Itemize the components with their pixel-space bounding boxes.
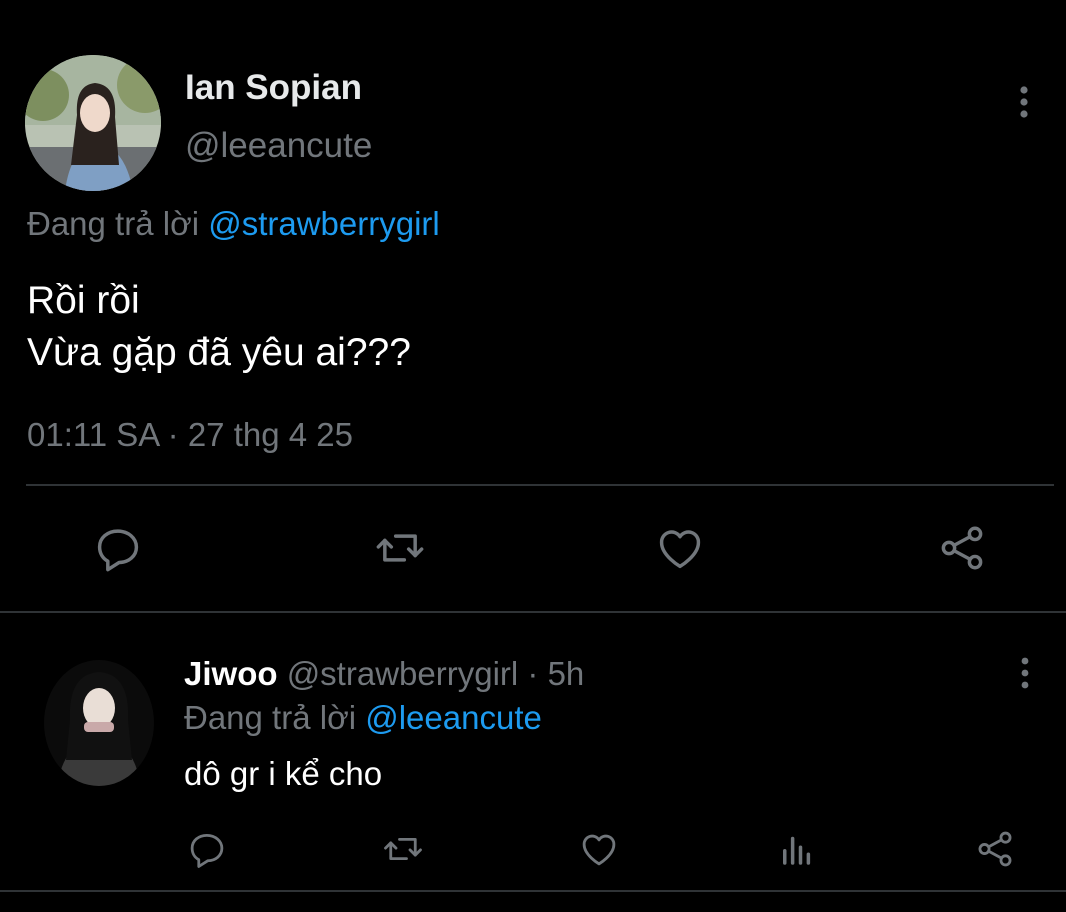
more-vertical-icon[interactable] bbox=[1012, 84, 1036, 120]
divider bbox=[26, 484, 1054, 486]
author-avatar[interactable] bbox=[25, 55, 161, 191]
replying-to-line: Đang trả lời @leeancute bbox=[184, 699, 542, 737]
share-icon[interactable] bbox=[974, 828, 1016, 870]
reply-icon[interactable] bbox=[186, 828, 228, 870]
divider bbox=[0, 890, 1066, 892]
replying-prefix: Đang trả lời bbox=[184, 699, 357, 736]
tweet-text-line: Vừa gặp đã yêu ai??? bbox=[27, 331, 411, 374]
share-icon[interactable] bbox=[936, 522, 988, 574]
reply-author-avatar[interactable] bbox=[44, 660, 154, 786]
views-icon[interactable] bbox=[776, 828, 818, 870]
author-handle[interactable]: @leeancute bbox=[185, 126, 372, 166]
reply-icon[interactable] bbox=[92, 522, 144, 574]
tweet-text-line: Rồi rồi bbox=[27, 279, 140, 322]
more-vertical-icon[interactable] bbox=[1014, 655, 1036, 691]
like-icon[interactable] bbox=[654, 522, 706, 574]
reply-header: Jiwoo @strawberrygirl · 5h bbox=[184, 655, 584, 693]
retweet-icon[interactable] bbox=[382, 828, 424, 870]
tweet-text: Rồi rồi Vừa gặp đã yêu ai??? bbox=[27, 275, 411, 379]
reply-author-name[interactable]: Jiwoo bbox=[184, 655, 278, 692]
retweet-icon[interactable] bbox=[374, 522, 426, 574]
tweet-timestamp: 01:11 SA · 27 thg 4 25 bbox=[27, 416, 353, 453]
reply-author-handle[interactable]: @strawberrygirl bbox=[287, 655, 519, 692]
reply-time: · 5h bbox=[527, 655, 585, 692]
divider bbox=[0, 611, 1066, 613]
author-name[interactable]: Ian Sopian bbox=[185, 68, 362, 108]
replying-to-line: Đang trả lời @strawberrygirl bbox=[27, 205, 440, 243]
replying-to-link[interactable]: @leeancute bbox=[365, 699, 542, 736]
reply-text: dô gr i kể cho bbox=[184, 755, 383, 792]
replying-prefix: Đang trả lời bbox=[27, 205, 200, 242]
replying-to-link[interactable]: @strawberrygirl bbox=[208, 205, 440, 242]
like-icon[interactable] bbox=[578, 828, 620, 870]
